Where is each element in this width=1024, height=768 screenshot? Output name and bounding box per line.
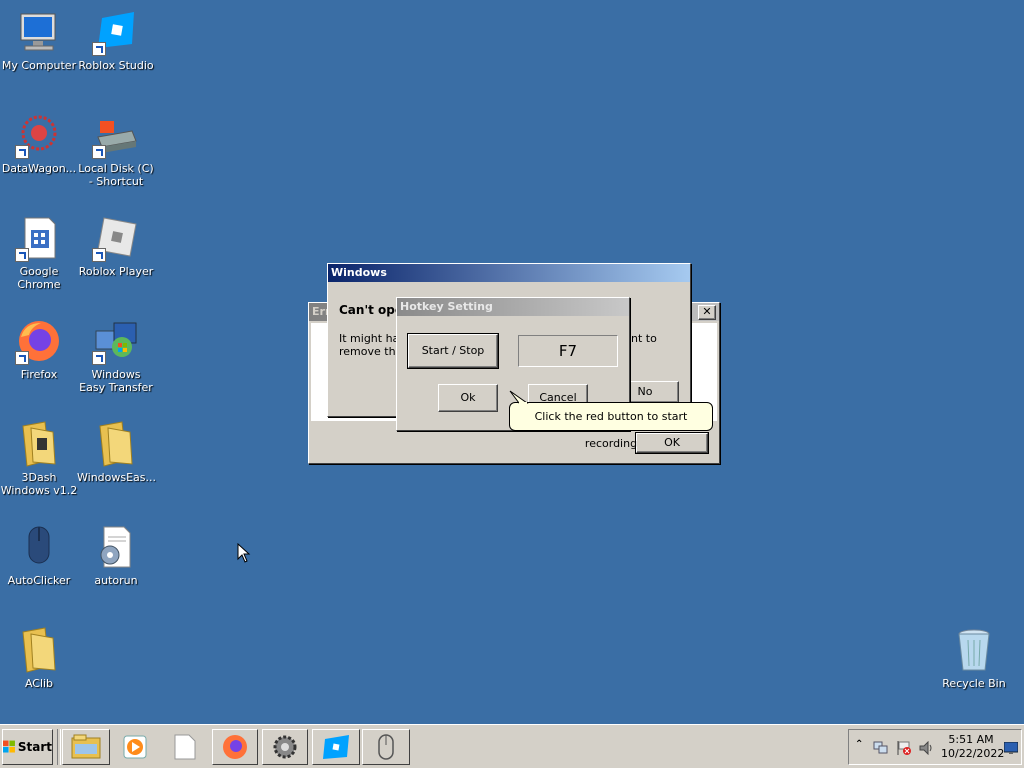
shortcut-arrow-icon xyxy=(92,248,106,262)
start-stop-button[interactable]: Start / Stop xyxy=(407,333,499,369)
hard-drive-icon xyxy=(92,111,140,159)
desktop-icon-label: Firefox xyxy=(20,368,58,381)
desktop-icon-google-chrome[interactable]: Google Chrome xyxy=(0,214,78,291)
shortcut-arrow-icon xyxy=(92,42,106,56)
network-icon[interactable] xyxy=(873,741,889,755)
mouse-cursor-icon xyxy=(237,543,251,563)
taskbar-media-player-button[interactable] xyxy=(112,729,158,765)
folder-icon xyxy=(15,420,63,468)
desktop-icon-autorun[interactable]: autorun xyxy=(77,523,155,587)
close-icon: ✕ xyxy=(702,305,712,318)
desktop-icon-label: Local Disk (C) - Shortcut xyxy=(78,162,154,188)
windows-logo-icon xyxy=(3,740,15,753)
windows-dialog-title: Windows xyxy=(331,266,387,279)
file-explorer-icon xyxy=(71,734,101,759)
taskbar-roblox-studio-button[interactable] xyxy=(312,729,360,765)
firefox-icon xyxy=(223,735,247,759)
settings-file-icon xyxy=(92,523,140,571)
desktop-icon-label: 3Dash Windows v1.2 xyxy=(0,471,78,497)
hotkey-value: F7 xyxy=(558,342,578,360)
desktop-icon-label: autorun xyxy=(94,574,138,587)
hotkey-ok-button[interactable]: Ok xyxy=(438,384,498,412)
desktop-icon-autoclicker[interactable]: AutoClicker xyxy=(0,523,78,587)
desktop-icon-windowseasy-folder[interactable]: WindowsEas... xyxy=(77,420,157,484)
desktop-icon-my-computer[interactable]: My Computer xyxy=(0,8,78,72)
desktop-icon-label: Windows Easy Transfer xyxy=(79,368,153,394)
desktop-icon-datawagon[interactable]: DataWagon... xyxy=(0,111,78,175)
volume-icon[interactable] xyxy=(919,741,935,755)
start-label: Start xyxy=(17,740,52,754)
roblox-studio-icon xyxy=(323,735,349,759)
blank-document-icon xyxy=(174,734,196,760)
firefox-icon xyxy=(15,317,63,365)
clock[interactable]: 5:51 AM 10/22/2022 xyxy=(941,733,1005,761)
taskbar-separator xyxy=(57,729,61,765)
taskbar-autoclicker-button[interactable] xyxy=(362,729,410,765)
hotkey-dialog-title: Hotkey Setting xyxy=(400,300,493,313)
taskbar-firefox-button[interactable] xyxy=(212,729,258,765)
roblox-studio-icon xyxy=(92,8,140,56)
desktop-icon-label: WindowsEas... xyxy=(77,471,157,484)
desktop-icon-firefox[interactable]: Firefox xyxy=(0,317,78,381)
desktop-icon-label: DataWagon... xyxy=(1,162,77,175)
start-button[interactable]: Start xyxy=(2,729,53,765)
desktop-icon-roblox-studio[interactable]: Roblox Studio xyxy=(77,8,155,72)
desktop-icon-label: Roblox Studio xyxy=(78,59,154,72)
desktop-icon-label: Google Chrome xyxy=(17,265,61,291)
desktop-icon-recycle-bin[interactable]: Recycle Bin xyxy=(935,626,1013,690)
desktop-icon-aclib[interactable]: AClib xyxy=(0,626,78,690)
clock-time: 5:51 AM xyxy=(948,733,994,746)
taskbar: Start ⌃ 5:51 AM 10/22/2022 xyxy=(0,724,1024,768)
windows-dialog-message-tail: nt to xyxy=(631,332,657,345)
datawagon-icon xyxy=(15,111,63,159)
desktop-icon-roblox-player[interactable]: Roblox Player xyxy=(77,214,155,278)
show-hidden-icons-icon[interactable]: ⌃ xyxy=(855,739,863,750)
tooltip: Click the red button to start recording xyxy=(509,402,713,450)
desktop-icon-label: Recycle Bin xyxy=(942,677,1006,690)
desktop-icon-label: Roblox Player xyxy=(78,265,154,278)
gear-icon xyxy=(273,735,297,759)
computer-icon xyxy=(15,8,63,56)
mouse-icon xyxy=(15,523,63,571)
recycle-bin-icon xyxy=(950,626,998,674)
easy-transfer-icon xyxy=(92,317,140,365)
desktop-icon-windows-easy-transfer[interactable]: Windows Easy Transfer xyxy=(77,317,155,394)
error-ok-button[interactable]: OK xyxy=(635,432,709,454)
close-button[interactable]: ✕ xyxy=(698,305,716,320)
mouse-icon xyxy=(378,734,394,760)
show-desktop-icon[interactable] xyxy=(1004,742,1018,754)
tooltip-pointer xyxy=(509,390,529,404)
action-center-flag-icon[interactable] xyxy=(896,740,912,756)
taskbar-explorer-button[interactable] xyxy=(62,729,110,765)
shortcut-arrow-icon xyxy=(92,351,106,365)
desktop-icon-3dash[interactable]: 3Dash Windows v1.2 xyxy=(0,420,78,497)
hotkey-dialog-titlebar[interactable]: Hotkey Setting xyxy=(397,298,629,316)
document-app-icon xyxy=(15,214,63,262)
system-tray: ⌃ 5:51 AM 10/22/2022 xyxy=(848,729,1022,765)
taskbar-settings-button[interactable] xyxy=(262,729,308,765)
desktop-icon-local-disk[interactable]: Local Disk (C) - Shortcut xyxy=(77,111,155,188)
roblox-player-icon xyxy=(92,214,140,262)
windows-dialog-titlebar[interactable]: Windows xyxy=(328,264,690,282)
hotkey-field[interactable]: F7 xyxy=(518,335,618,367)
shortcut-arrow-icon xyxy=(15,145,29,159)
folder-icon xyxy=(15,626,63,674)
clock-date: 10/22/2022 xyxy=(941,747,1005,760)
folder-icon xyxy=(92,420,140,468)
media-player-icon xyxy=(123,735,147,759)
shortcut-arrow-icon xyxy=(15,351,29,365)
desktop-icon-label: AClib xyxy=(24,677,54,690)
taskbar-notepad-button[interactable] xyxy=(162,729,208,765)
shortcut-arrow-icon xyxy=(92,145,106,159)
desktop-icon-label: AutoClicker xyxy=(7,574,71,587)
desktop-icon-label: My Computer xyxy=(1,59,77,72)
shortcut-arrow-icon xyxy=(15,248,29,262)
